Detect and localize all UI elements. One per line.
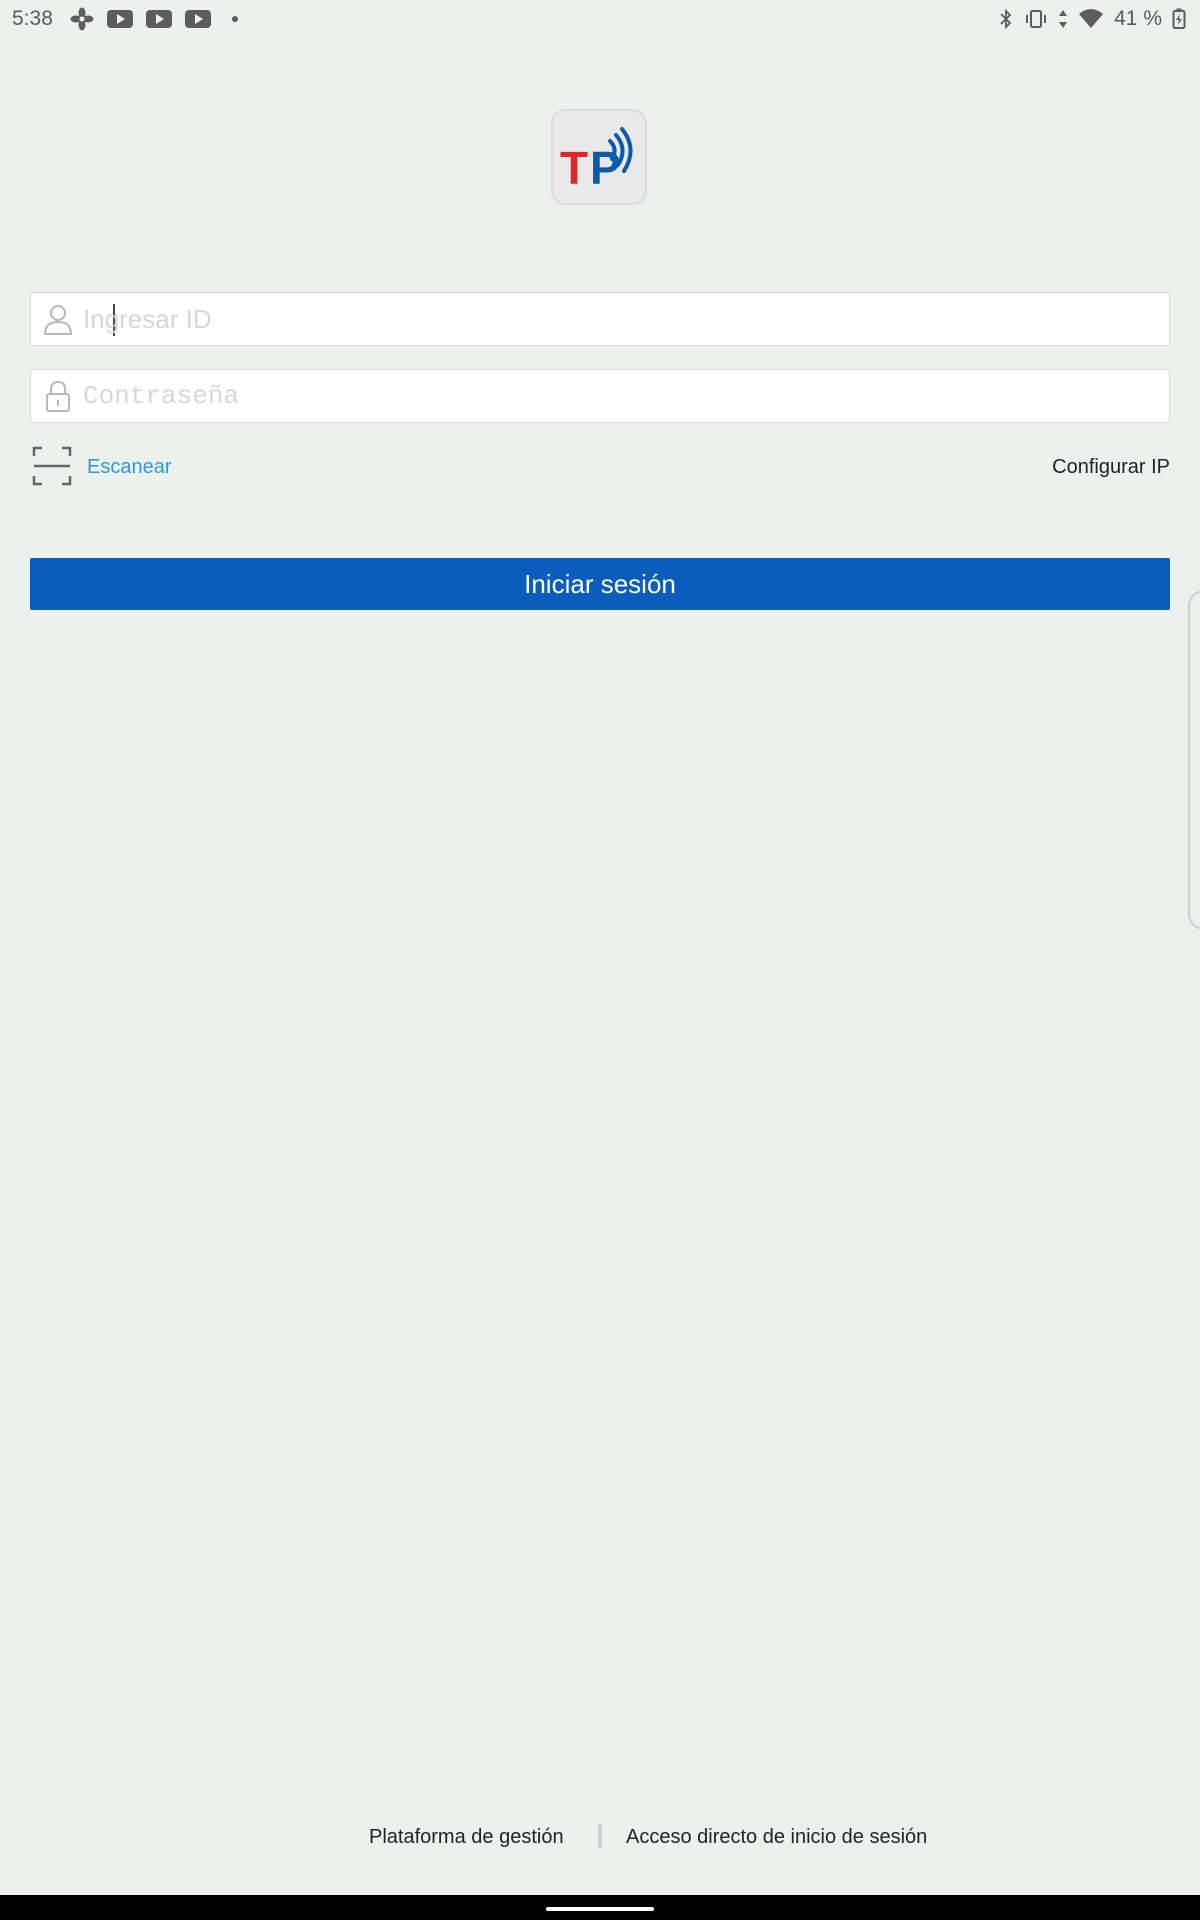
login-button[interactable]: Iniciar sesión bbox=[30, 558, 1170, 610]
lock-icon bbox=[46, 380, 70, 412]
data-arrows-icon bbox=[1059, 10, 1068, 28]
id-field[interactable] bbox=[30, 292, 1170, 346]
app-logo: T P bbox=[551, 109, 647, 205]
notification-icons bbox=[70, 7, 238, 31]
vibrate-icon bbox=[1026, 10, 1047, 28]
bluetooth-icon bbox=[1000, 8, 1012, 30]
scan-config-row: Escanear Configurar IP bbox=[30, 446, 1170, 490]
config-ip-link[interactable]: Configurar IP bbox=[1052, 456, 1170, 479]
youtube-icon bbox=[107, 10, 133, 28]
svg-text:T: T bbox=[560, 142, 588, 194]
navigation-bar bbox=[0, 1895, 1200, 1920]
scan-icon[interactable] bbox=[32, 446, 72, 486]
system-icons: 41 % bbox=[998, 7, 1186, 31]
status-time: 5:38 bbox=[12, 7, 53, 30]
footer-links: Plataforma de gestión Acceso directo de … bbox=[0, 1822, 1200, 1854]
battery-percent: 41 % bbox=[1114, 7, 1162, 30]
password-input[interactable] bbox=[83, 370, 1153, 422]
platform-link[interactable]: Plataforma de gestión bbox=[369, 1826, 564, 1849]
youtube-icon bbox=[146, 10, 172, 28]
scan-link[interactable]: Escanear bbox=[87, 456, 172, 479]
footer-divider bbox=[598, 1824, 602, 1848]
user-icon bbox=[43, 305, 73, 335]
wifi-icon bbox=[1079, 9, 1104, 28]
fan-icon bbox=[70, 7, 94, 31]
dot-icon bbox=[232, 16, 238, 22]
tp-logo-icon: T P bbox=[560, 127, 633, 194]
status-bar: 5:38 41 % bbox=[0, 0, 1200, 36]
battery-icon bbox=[1172, 8, 1186, 29]
home-indicator[interactable] bbox=[546, 1907, 654, 1911]
id-input[interactable] bbox=[83, 293, 1153, 345]
password-field[interactable] bbox=[30, 369, 1170, 423]
youtube-icon bbox=[185, 10, 211, 28]
edge-panel-handle[interactable] bbox=[1188, 590, 1200, 930]
shortcut-login-link[interactable]: Acceso directo de inicio de sesión bbox=[626, 1826, 927, 1849]
